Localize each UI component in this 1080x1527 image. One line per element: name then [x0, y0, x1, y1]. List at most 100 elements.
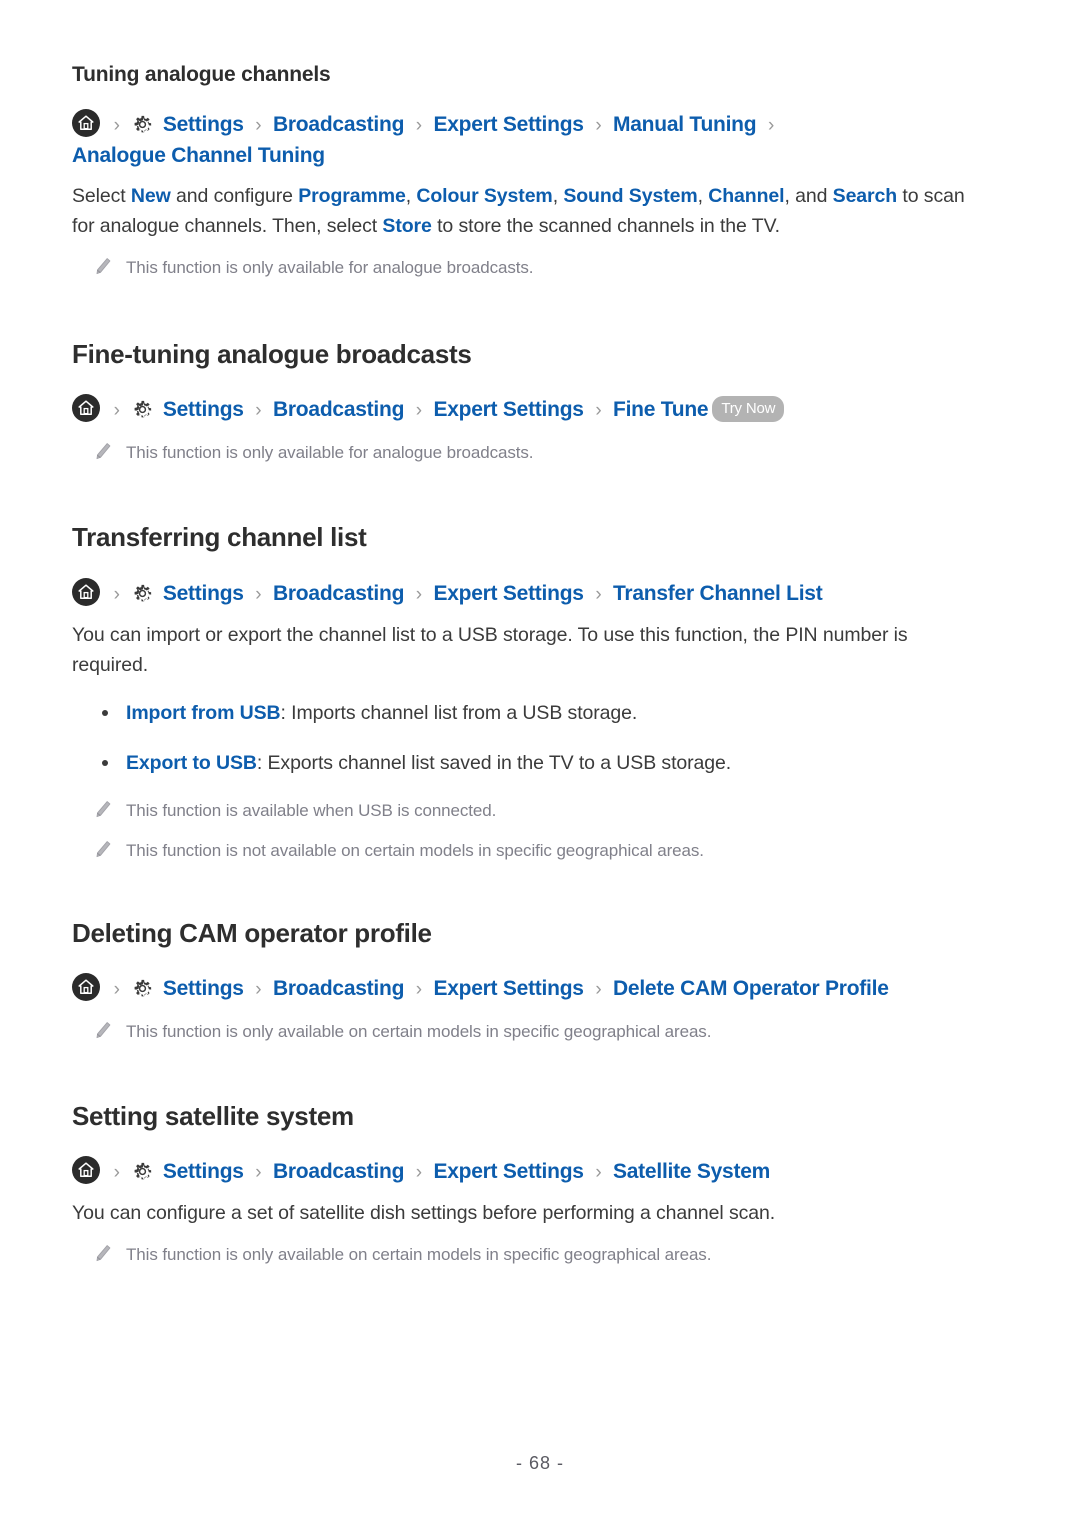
link-store[interactable]: Store	[382, 215, 431, 237]
page-title: Tuning analogue channels	[72, 63, 331, 86]
link-programme[interactable]: Programme	[298, 185, 406, 207]
section-heading: Setting satellite system	[72, 1100, 354, 1131]
note: This function is only available on certa…	[72, 1242, 1008, 1268]
breadcrumb-item-settings[interactable]: Settings	[163, 1160, 244, 1183]
pencil-icon	[94, 840, 112, 860]
breadcrumb-item-settings[interactable]: Settings	[163, 113, 244, 136]
section-heading: Deleting CAM operator profile	[72, 917, 432, 948]
breadcrumb-item-settings[interactable]: Settings	[163, 977, 244, 1000]
breadcrumb-separator: ›	[113, 115, 120, 137]
pencil-icon	[94, 257, 112, 277]
breadcrumb-item-expert-settings[interactable]: Expert Settings	[433, 1160, 584, 1183]
link-colour-system[interactable]: Colour System	[416, 185, 552, 207]
text-fragment: ,	[405, 185, 417, 208]
breadcrumb-separator: ›	[595, 978, 602, 1000]
try-now-badge[interactable]: Try Now	[712, 396, 785, 423]
note: This function is not available on certai…	[72, 838, 1008, 864]
home-icon[interactable]	[72, 577, 100, 606]
pencil-icon	[94, 1021, 112, 1041]
breadcrumb-item-broadcasting[interactable]: Broadcasting	[273, 1160, 404, 1183]
breadcrumb-item-transfer-channel-list[interactable]: Transfer Channel List	[613, 582, 823, 605]
breadcrumb: › Settings › Broadcasting › Expert Setti…	[72, 394, 1008, 426]
breadcrumb-item-expert-settings[interactable]: Expert Settings	[433, 582, 584, 605]
list-item: Export to USB: Exports channel list save…	[72, 748, 1008, 778]
section-heading: Fine-tuning analogue broadcasts	[72, 339, 472, 370]
breadcrumb-item-broadcasting[interactable]: Broadcasting	[273, 582, 404, 605]
gear-icon[interactable]	[131, 113, 154, 136]
text-fragment: and configure	[170, 185, 299, 208]
home-icon[interactable]	[72, 972, 100, 1001]
gear-icon[interactable]	[131, 1160, 154, 1183]
list-item: Import from USB: Imports channel list fr…	[72, 698, 1008, 728]
home-icon[interactable]	[72, 1155, 100, 1184]
gear-icon[interactable]	[131, 398, 154, 421]
breadcrumb-separator: ›	[415, 400, 422, 422]
note-text: This function is available when USB is c…	[126, 800, 497, 820]
breadcrumb: › Settings › Broadcasting › Expert Setti…	[72, 577, 1008, 610]
text-fragment: ,	[697, 185, 709, 208]
pencil-icon	[94, 442, 112, 462]
breadcrumb-separator: ›	[415, 1161, 422, 1183]
note: This function is only available for anal…	[72, 440, 1008, 466]
breadcrumb-separator: ›	[415, 978, 422, 1000]
document-page: Tuning analogue channels › Settings › Br…	[0, 0, 1080, 1527]
link-sound-system[interactable]: Sound System	[563, 185, 697, 207]
breadcrumb-separator: ›	[113, 1161, 120, 1183]
link-import-from-usb[interactable]: Import from USB	[126, 702, 281, 724]
breadcrumb-separator: ›	[113, 583, 120, 605]
breadcrumb-item-analogue-channel-tuning[interactable]: Analogue Channel Tuning	[72, 144, 325, 167]
paragraph-satellite: You can configure a set of satellite dis…	[72, 1201, 776, 1224]
breadcrumb-separator: ›	[113, 400, 120, 422]
breadcrumb-item-expert-settings[interactable]: Expert Settings	[433, 398, 584, 421]
breadcrumb-separator: ›	[255, 978, 262, 1000]
breadcrumb-item-fine-tune[interactable]: Fine Tune	[613, 398, 709, 421]
home-icon[interactable]	[72, 109, 100, 138]
section-setting-satellite-system: Setting satellite system › Settings › Br…	[72, 1101, 1008, 1268]
note: This function is available when USB is c…	[72, 798, 1008, 824]
breadcrumb-item-manual-tuning[interactable]: Manual Tuning	[613, 113, 757, 136]
breadcrumb-item-settings[interactable]: Settings	[163, 398, 244, 421]
breadcrumb-item-settings[interactable]: Settings	[163, 582, 244, 605]
section-fine-tuning-analogue-broadcasts: Fine-tuning analogue broadcasts › Settin…	[72, 339, 1008, 466]
gear-icon[interactable]	[131, 977, 154, 1000]
link-new[interactable]: New	[131, 185, 171, 207]
gear-icon[interactable]	[131, 582, 154, 605]
section-tuning-analogue-channels: Tuning analogue channels › Settings › Br…	[72, 62, 1008, 281]
breadcrumb-separator: ›	[415, 115, 422, 137]
breadcrumb: › Settings › Broadcasting › Expert Setti…	[72, 1155, 1008, 1188]
breadcrumb-item-expert-settings[interactable]: Expert Settings	[433, 977, 584, 1000]
page-number: - 68 -	[515, 1453, 564, 1473]
breadcrumb-item-satellite-system[interactable]: Satellite System	[613, 1160, 770, 1183]
section-heading: Transferring channel list	[72, 522, 367, 553]
breadcrumb-separator: ›	[767, 115, 775, 137]
note-text: This function is not available on certai…	[126, 840, 704, 860]
breadcrumb-item-broadcasting[interactable]: Broadcasting	[273, 113, 404, 136]
breadcrumb-separator: ›	[595, 115, 602, 137]
link-export-to-usb[interactable]: Export to USB	[126, 752, 257, 774]
list-item-text: : Imports channel list from a USB storag…	[280, 701, 638, 724]
home-icon[interactable]	[72, 394, 100, 423]
breadcrumb-item-expert-settings[interactable]: Expert Settings	[433, 113, 584, 136]
bullet-dot	[102, 759, 108, 766]
breadcrumb-separator: ›	[113, 978, 120, 1000]
breadcrumb-item-delete-cam-operator-profile[interactable]: Delete CAM Operator Profile	[613, 977, 889, 1000]
breadcrumb-separator: ›	[255, 1161, 262, 1183]
breadcrumb: › Settings › Broadcasting › Expert Setti…	[72, 972, 1008, 1005]
note: This function is only available on certa…	[72, 1019, 1008, 1045]
note: This function is only available for anal…	[72, 255, 1008, 281]
text-fragment: , and	[784, 185, 833, 208]
breadcrumb-item-broadcasting[interactable]: Broadcasting	[273, 398, 404, 421]
text-fragment: to store the scanned channels in the TV.	[431, 215, 781, 238]
breadcrumb-separator: ›	[415, 583, 422, 605]
section-transferring-channel-list: Transferring channel list › Settings › B…	[72, 522, 1008, 863]
link-search[interactable]: Search	[833, 185, 898, 207]
breadcrumb-separator: ›	[255, 583, 262, 605]
pencil-icon	[94, 800, 112, 820]
link-channel[interactable]: Channel	[708, 185, 784, 207]
breadcrumb-separator: ›	[595, 583, 602, 605]
breadcrumb-separator: ›	[595, 400, 602, 422]
note-text: This function is only available for anal…	[126, 258, 534, 278]
breadcrumb-item-broadcasting[interactable]: Broadcasting	[273, 977, 404, 1000]
breadcrumb: › Settings › Broadcasting › Expert Setti…	[72, 109, 1008, 171]
bullet-dot	[102, 709, 108, 716]
